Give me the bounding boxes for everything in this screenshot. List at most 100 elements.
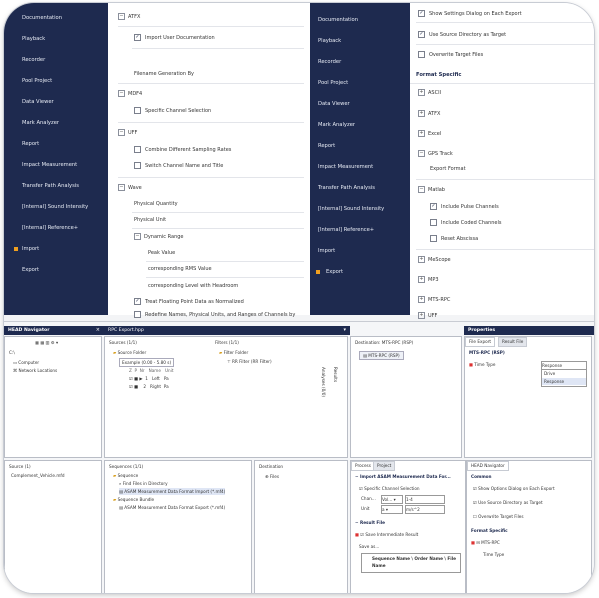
tab-menu-icon[interactable]: ▾: [343, 327, 346, 333]
nav-item-pool-project[interactable]: Pool Project: [310, 76, 410, 90]
chan-select[interactable]: Vol... ▾: [381, 495, 403, 504]
nav-item-report[interactable]: Report: [4, 137, 108, 151]
format-matlab[interactable]: − Matlab: [418, 185, 445, 196]
switch-channel-checkbox[interactable]: Switch Channel Name and Title: [134, 161, 223, 172]
nav-item-report[interactable]: Report: [310, 139, 410, 153]
reset-abscissa-checkbox[interactable]: Reset Abscissa: [430, 234, 478, 245]
nav-item-mark-analyzer[interactable]: Mark Analyzer: [4, 116, 108, 130]
nav-item-documentation[interactable]: Documentation: [4, 11, 108, 25]
tab-file-export[interactable]: File Export: [465, 337, 496, 347]
save-pattern-box[interactable]: Sequence Name \ Order Name \ File Name: [361, 553, 461, 573]
tree-item-computer[interactable]: ▭ Computer: [13, 359, 39, 366]
format-mescope[interactable]: + MeScope: [418, 255, 451, 266]
format-gps-track[interactable]: − GPS Track: [418, 149, 453, 160]
overwrite-checkbox[interactable]: Overwrite Target Files: [418, 50, 483, 61]
treat-float-checkbox[interactable]: ✓ Treat Floating Point Data as Normalized: [134, 297, 244, 308]
checkbox-icon: [134, 161, 141, 169]
seq-step[interactable]: ▤ ASAM Measurement Data Format Export (*…: [119, 504, 225, 511]
format-mts-rpc[interactable]: + MTS-RPC: [418, 295, 450, 306]
show-options-checkbox[interactable]: ☑ Show Options Dialog on Each Export: [473, 485, 555, 492]
show-settings-checkbox[interactable]: ✓ Show Settings Dialog on Each Export: [418, 9, 522, 20]
import-user-doc-checkbox[interactable]: ✓ Import User Documentation: [134, 33, 215, 44]
sequence-item[interactable]: ▰ Sequence: [113, 472, 138, 479]
tab-process[interactable]: Process: [351, 461, 375, 471]
save-intermediate-checkbox[interactable]: ■ ☑ Save Intermediate Result: [355, 531, 418, 538]
use-source-checkbox[interactable]: ☑ Use Source Directory as Target: [473, 499, 543, 506]
specific-channel-checkbox[interactable]: ☑ Specific Channel Selection: [359, 485, 420, 492]
nav-item-mark-analyzer[interactable]: Mark Analyzer: [310, 118, 410, 132]
tab-head-navigator[interactable]: HEAD Navigator: [467, 461, 509, 471]
nav-item-sound-intensity[interactable]: [Internal] Sound Intensity: [310, 202, 410, 216]
unit-select[interactable]: a ▾: [381, 505, 403, 514]
source-folder[interactable]: ▰ Source Folder: [113, 349, 146, 356]
files-item[interactable]: ⊕ Files: [265, 473, 279, 480]
channel-row[interactable]: ☑ ■ ▶ 1 Left Pa: [129, 375, 169, 382]
include-pulse-checkbox[interactable]: ✓ Include Pulse Channels: [430, 202, 499, 213]
rpc-export-tab-header[interactable]: RPC Export.hpp ▾: [104, 326, 350, 335]
nav-item-export[interactable]: Export: [310, 265, 410, 279]
nav-item-data-viewer[interactable]: Data Viewer: [310, 97, 410, 111]
nav-item-pool-project[interactable]: Pool Project: [4, 74, 108, 88]
nav-item-transfer-path[interactable]: Transfer Path Analysis: [310, 181, 410, 195]
close-icon[interactable]: ×: [96, 327, 100, 333]
seq-step[interactable]: ⌕ Find Files in Directory: [119, 480, 168, 487]
tab-result-file[interactable]: Result File: [498, 337, 528, 347]
use-source-dir-checkbox[interactable]: ✓ Use Source Directory as Target: [418, 30, 506, 41]
dynamic-range-group[interactable]: − Dynamic Range: [134, 232, 184, 243]
channel-row[interactable]: ☑ ■ 2 Right Pa: [129, 383, 169, 390]
tab-project[interactable]: Project: [373, 461, 396, 471]
unit-input[interactable]: m/s^2: [405, 505, 445, 514]
rr-filter[interactable]: ⊤ RR Filter (RR Filter): [227, 358, 272, 365]
tree-root[interactable]: C:\: [9, 349, 15, 356]
mdf4-group[interactable]: − MDF4: [118, 89, 142, 100]
nav-item-documentation[interactable]: Documentation: [310, 13, 410, 27]
nav-item-impact-measurement[interactable]: Impact Measurement: [310, 160, 410, 174]
nav-item-sound-intensity[interactable]: [Internal] Sound Intensity: [4, 200, 108, 214]
nav-item-reference[interactable]: [Internal] Reference+: [310, 223, 410, 237]
example-file[interactable]: Example (0.00 - 5.80 s): [119, 358, 175, 367]
specific-channel-checkbox[interactable]: Specific Channel Selection: [134, 106, 211, 117]
seq-bundle[interactable]: ▰ Sequence Bundle: [113, 496, 154, 503]
dropdown-option-response[interactable]: Response: [542, 378, 586, 385]
format-ascii[interactable]: + ASCII: [418, 88, 441, 99]
redefine-names-checkbox[interactable]: Redefine Names, Physical Units, and Rang…: [134, 310, 304, 321]
overwrite-checkbox[interactable]: ☐ Overwrite Target Files: [473, 513, 524, 520]
nav-item-data-viewer[interactable]: Data Viewer: [4, 95, 108, 109]
chan-range-input[interactable]: 1-4: [405, 495, 445, 504]
atfx-group[interactable]: − ATFX: [118, 12, 140, 23]
nav-item-playback[interactable]: Playback: [310, 34, 410, 48]
nav-item-impact-measurement[interactable]: Impact Measurement: [4, 158, 108, 172]
nav-item-recorder[interactable]: Recorder: [4, 53, 108, 67]
results-label[interactable]: Results: [332, 367, 339, 382]
sequences-title[interactable]: Sequences (1/1): [109, 463, 143, 470]
tree-item-network[interactable]: ⌘ Network Locations: [13, 367, 57, 374]
destination-item[interactable]: ▤ MTS-RPC (RSP): [359, 351, 404, 360]
nav-item-import[interactable]: Import: [310, 244, 410, 258]
source-item[interactable]: Complement_Vehicle.mfd: [11, 472, 65, 479]
sources-title[interactable]: Sources (1/1): [109, 339, 137, 346]
nav-item-recorder[interactable]: Recorder: [310, 55, 410, 69]
dropdown-option-drive[interactable]: Drive: [544, 370, 555, 377]
nav-item-reference[interactable]: [Internal] Reference+: [4, 221, 108, 235]
include-coded-checkbox[interactable]: Include Coded Channels: [430, 218, 502, 229]
format-mp3[interactable]: + MP3: [418, 275, 439, 286]
seq-step[interactable]: ▤ ASAM Measurement Data Format Import (*…: [119, 488, 226, 495]
source-title[interactable]: Source (1): [9, 463, 31, 470]
nav-item-export[interactable]: Export: [4, 263, 108, 277]
uff-group[interactable]: − UFF: [118, 128, 137, 139]
nav-item-playback[interactable]: Playback: [4, 32, 108, 46]
mts-rpc-group[interactable]: ■ ⊟ MTS-RPC: [471, 539, 500, 546]
filters-title[interactable]: Filters (1/1): [215, 339, 239, 346]
nav-item-transfer-path[interactable]: Transfer Path Analysis: [4, 179, 108, 193]
format-atfx[interactable]: + ATFX: [418, 109, 440, 120]
wave-group[interactable]: − Wave: [118, 183, 142, 194]
result-file-heading[interactable]: − Result File: [355, 519, 385, 526]
analyses-label[interactable]: Analyses (0/0): [320, 367, 327, 397]
filter-folder[interactable]: ▰ Filter Folder: [219, 349, 248, 356]
import-asam-heading[interactable]: − Import ASAM Measurement Data For...: [355, 473, 451, 480]
format-excel[interactable]: + Excel: [418, 129, 441, 140]
combine-rates-checkbox[interactable]: Combine Different Sampling Rates: [134, 145, 231, 156]
destination-title[interactable]: Destination: MTS-RPC (RSP): [355, 339, 413, 346]
nav-item-import[interactable]: Import: [4, 242, 108, 256]
destination2-title[interactable]: Destination: [259, 463, 283, 470]
